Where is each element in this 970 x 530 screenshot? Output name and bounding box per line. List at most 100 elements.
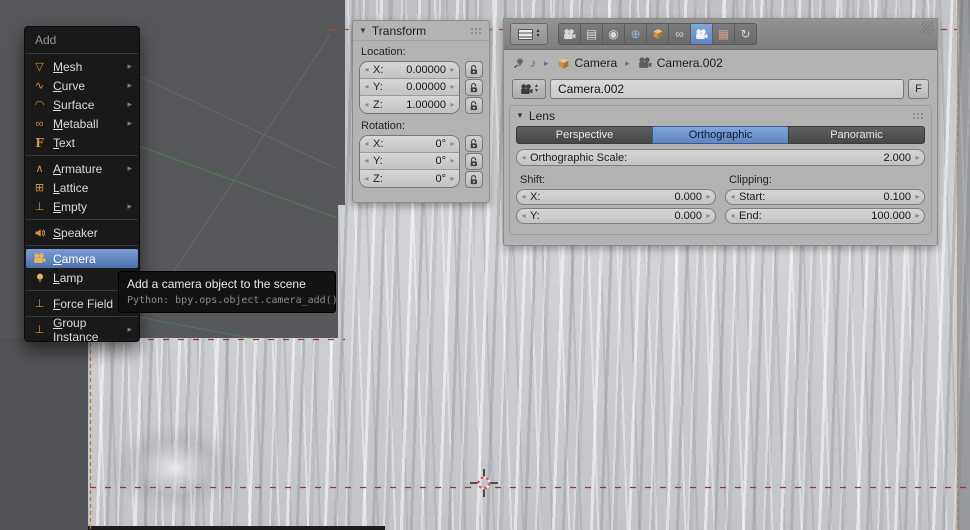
- editor-type-button[interactable]: ▴▾: [510, 23, 548, 45]
- rotation-x-field[interactable]: ◂ X: 0° ▸: [360, 136, 459, 153]
- location-z-field[interactable]: ◂ Z: 1.00000 ▸: [360, 96, 459, 113]
- tab-scene[interactable]: ◉: [603, 24, 625, 44]
- decrement-arrow-icon[interactable]: ◂: [520, 154, 527, 162]
- rotation-z-field[interactable]: ◂ Z: 0° ▸: [360, 170, 459, 187]
- constraints-icon: ∞: [675, 27, 684, 41]
- menu-item-mesh[interactable]: ▽ Mesh ▸: [25, 57, 139, 76]
- menu-item-surface[interactable]: ◠ Surface ▸: [25, 95, 139, 114]
- lock-icon: [468, 64, 480, 76]
- menu-item-label: Lamp: [53, 271, 83, 285]
- orthographic-scale-field[interactable]: ◂ Orthographic Scale: 2.000 ▸: [516, 149, 925, 166]
- transform-panel-header[interactable]: ▼ Transform: [353, 21, 489, 41]
- increment-arrow-icon[interactable]: ▸: [705, 193, 712, 201]
- armature-icon: ∧: [32, 162, 47, 175]
- tab-render-layers[interactable]: ▤: [581, 24, 603, 44]
- shift-y-field[interactable]: ◂ Y: 0.000 ▸: [516, 208, 716, 224]
- location-x-field[interactable]: ◂ X: 0.00000 ▸: [360, 62, 459, 79]
- field-label: Start:: [739, 191, 765, 203]
- increment-arrow-icon[interactable]: ▸: [449, 175, 456, 183]
- camera-icon: [32, 252, 47, 265]
- shift-x-field[interactable]: ◂ X: 0.000 ▸: [516, 189, 716, 205]
- field-label: End:: [739, 210, 762, 222]
- decrement-arrow-icon[interactable]: ◂: [729, 193, 736, 201]
- lock-location-z-button[interactable]: [465, 97, 483, 114]
- browse-id-icon[interactable]: ♪: [530, 56, 536, 70]
- rotation-label: Rotation:: [359, 118, 483, 135]
- area-corner-handle[interactable]: [921, 22, 934, 35]
- panel-drag-dots[interactable]: [470, 27, 483, 35]
- collapse-triangle-icon[interactable]: ▼: [359, 26, 367, 35]
- increment-arrow-icon[interactable]: ▸: [449, 157, 456, 165]
- menu-item-lattice[interactable]: ⊞ Lattice: [25, 178, 139, 197]
- breadcrumb-separator-icon: ▸: [541, 58, 552, 69]
- mode-perspective-button[interactable]: Perspective: [516, 126, 653, 144]
- increment-arrow-icon[interactable]: ▸: [449, 83, 456, 91]
- lock-icon: [468, 156, 480, 168]
- decrement-arrow-icon[interactable]: ◂: [363, 157, 370, 165]
- properties-tabs: ▤ ◉ ⊕ ∞ ▦ ↻: [558, 23, 757, 45]
- increment-arrow-icon[interactable]: ▸: [705, 212, 712, 220]
- lock-rotation-z-button[interactable]: [465, 171, 483, 188]
- decrement-arrow-icon[interactable]: ◂: [363, 101, 370, 109]
- datablock-name-input[interactable]: Camera.002: [550, 79, 904, 99]
- fake-user-button[interactable]: F: [908, 79, 929, 99]
- location-y-field[interactable]: ◂ Y: 0.00000 ▸: [360, 79, 459, 96]
- lock-location-y-button[interactable]: [465, 79, 483, 96]
- submenu-arrow-icon: ▸: [127, 80, 132, 91]
- menu-item-empty[interactable]: ⊥ Empty ▸: [25, 197, 139, 216]
- decrement-arrow-icon[interactable]: ◂: [363, 66, 370, 74]
- menu-item-camera[interactable]: Camera: [26, 249, 138, 268]
- field-label: Y:: [530, 210, 540, 222]
- decrement-arrow-icon[interactable]: ◂: [520, 212, 527, 220]
- menu-item-metaball[interactable]: ∞ Metaball ▸: [25, 114, 139, 133]
- clip-end-field[interactable]: ◂ End: 100.000 ▸: [725, 208, 925, 224]
- increment-arrow-icon[interactable]: ▸: [914, 154, 921, 162]
- rotation-y-field[interactable]: ◂ Y: 0° ▸: [360, 153, 459, 170]
- increment-arrow-icon[interactable]: ▸: [914, 193, 921, 201]
- menu-item-curve[interactable]: ∿ Curve ▸: [25, 76, 139, 95]
- tooltip: Add a camera object to the scene Python:…: [118, 271, 336, 313]
- panel-drag-dots[interactable]: [912, 112, 925, 120]
- lens-panel-header[interactable]: ▼ Lens: [510, 106, 931, 125]
- decrement-arrow-icon[interactable]: ◂: [363, 175, 370, 183]
- tab-object[interactable]: [647, 24, 669, 44]
- breadcrumb-object[interactable]: Camera: [575, 56, 618, 70]
- pin-icon[interactable]: [512, 57, 525, 70]
- mode-orthographic-button[interactable]: Orthographic: [652, 126, 789, 144]
- clip-start-field[interactable]: ◂ Start: 0.100 ▸: [725, 189, 925, 205]
- decrement-arrow-icon[interactable]: ◂: [729, 212, 736, 220]
- menu-item-group-instance[interactable]: ⊥ Group Instance ▸: [25, 320, 139, 339]
- lock-rotation-y-button[interactable]: [465, 153, 483, 170]
- tab-world[interactable]: ⊕: [625, 24, 647, 44]
- tab-render[interactable]: [559, 24, 581, 44]
- field-value: 0°: [435, 138, 446, 150]
- menu-item-armature[interactable]: ∧ Armature ▸: [25, 159, 139, 178]
- field-value: 100.000: [871, 210, 911, 222]
- datablock-browse-button[interactable]: ▴▾: [512, 79, 546, 99]
- tab-texture[interactable]: ▦: [713, 24, 735, 44]
- decrement-arrow-icon[interactable]: ◂: [520, 193, 527, 201]
- breadcrumb-data[interactable]: Camera.002: [657, 56, 723, 70]
- breadcrumb: ♪ ▸ Camera ▸ Camera.002: [504, 50, 937, 76]
- decrement-arrow-icon[interactable]: ◂: [363, 83, 370, 91]
- menu-item-speaker[interactable]: Speaker: [25, 223, 139, 242]
- render-camera-icon: [563, 28, 576, 41]
- collapse-triangle-icon[interactable]: ▼: [516, 111, 524, 120]
- tab-constraints[interactable]: ∞: [669, 24, 691, 44]
- field-value: 0.00000: [406, 81, 446, 93]
- increment-arrow-icon[interactable]: ▸: [449, 66, 456, 74]
- menu-separator: [26, 155, 138, 156]
- increment-arrow-icon[interactable]: ▸: [449, 140, 456, 148]
- menu-item-text[interactable]: F Text: [25, 133, 139, 152]
- increment-arrow-icon[interactable]: ▸: [914, 212, 921, 220]
- decrement-arrow-icon[interactable]: ◂: [363, 140, 370, 148]
- mode-panoramic-button[interactable]: Panoramic: [788, 126, 925, 144]
- stepper-down-icon: ▾: [535, 89, 538, 94]
- speaker-icon: [32, 226, 47, 238]
- lock-rotation-x-button[interactable]: [465, 135, 483, 152]
- tab-physics[interactable]: ↻: [735, 24, 756, 44]
- increment-arrow-icon[interactable]: ▸: [449, 101, 456, 109]
- tab-object-data[interactable]: [691, 24, 713, 44]
- field-value: 0.100: [883, 191, 911, 203]
- lock-location-x-button[interactable]: [465, 61, 483, 78]
